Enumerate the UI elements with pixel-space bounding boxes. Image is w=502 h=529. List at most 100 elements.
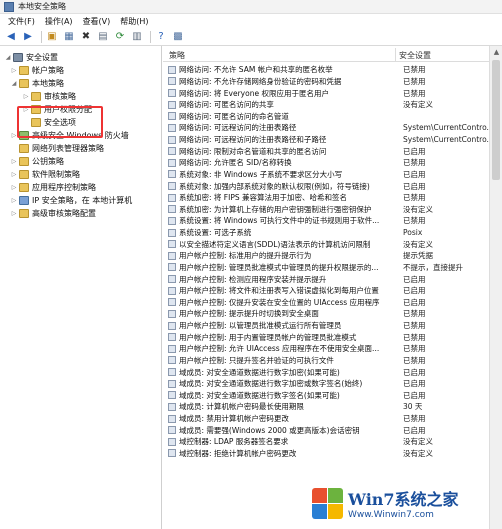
table-row[interactable]: 系统对象: 加强内部系统对象的默认权限(例如，符号链接) 已启用 <box>163 180 502 192</box>
table-row[interactable]: 系统设置: 将 Windows 可执行文件中的证书规则用于软件... 已禁用 <box>163 215 502 227</box>
tree-item-label: 网络列表管理器策略 <box>32 143 104 153</box>
table-row[interactable]: 域成员: 对安全通道数据进行数字加密(如果可能) 已启用 <box>163 366 502 378</box>
mmc-icon[interactable]: ▩ <box>171 30 185 44</box>
expand-triangle-icon[interactable]: ▷ <box>10 158 18 165</box>
tree-item-software-restriction[interactable]: ▷ 软件限制策略 <box>10 168 80 180</box>
policy-icon <box>168 147 176 156</box>
collapse-triangle-icon[interactable]: ◢ <box>10 80 18 87</box>
back-icon[interactable]: ◀ <box>4 30 18 44</box>
table-row[interactable]: 用户帐户控制: 提示提升时切换到安全桌面 已禁用 <box>163 308 502 320</box>
policy-setting: 已禁用 <box>403 76 426 86</box>
policy-icon <box>168 216 176 225</box>
policy-setting: System\CurrentContro... <box>403 135 494 145</box>
properties-icon[interactable]: ▤ <box>96 30 110 44</box>
policy-icon <box>168 402 176 411</box>
policy-setting: 没有定义 <box>403 437 433 447</box>
column-header-policy[interactable]: 策略 <box>169 50 185 61</box>
folder-icon <box>19 208 29 218</box>
expand-triangle-icon[interactable]: ▷ <box>10 210 18 217</box>
table-row[interactable]: 域控制器: 拒绝计算机帐户密码更改 没有定义 <box>163 448 502 460</box>
table-row[interactable]: 用户帐户控制: 仅提升安装在安全位置的 UIAccess 应用程序 已启用 <box>163 297 502 309</box>
table-row[interactable]: 系统加密: 将 FIPS 兼容算法用于加密、哈希和签名 已禁用 <box>163 192 502 204</box>
expand-triangle-icon[interactable]: ▷ <box>10 184 18 191</box>
table-row[interactable]: 系统加密: 为计算机上存储的用户密钥强制进行强密钥保护 没有定义 <box>163 204 502 216</box>
scroll-up-icon[interactable]: ▲ <box>490 46 502 58</box>
policy-name: 系统加密: 将 FIPS 兼容算法用于加密、哈希和签名 <box>179 193 347 203</box>
table-row[interactable]: 域控制器: LDAP 服务器签名要求 没有定义 <box>163 436 502 448</box>
policy-name: 域控制器: 拒绝计算机帐户密码更改 <box>179 448 297 458</box>
table-row[interactable]: 网络访问: 不允许 SAM 帐户和共享的匿名枚举 已禁用 <box>163 64 502 76</box>
table-row[interactable]: 域成员: 计算机帐户密码最长使用期限 30 天 <box>163 401 502 413</box>
list-header: 策略 安全设置 <box>163 48 502 62</box>
help-icon[interactable]: ? <box>154 30 168 44</box>
policy-name: 以安全描述符定义语言(SDDL)语法表示的计算机访问限制 <box>179 239 371 249</box>
show-tree-icon[interactable]: ▦ <box>62 30 76 44</box>
ip-security-icon <box>19 195 29 205</box>
menu-file[interactable]: 文件(F) <box>4 16 41 27</box>
delete-icon[interactable]: ✖ <box>79 30 93 44</box>
policy-setting: 已启用 <box>403 181 426 191</box>
tree-item-label: 公钥策略 <box>32 156 64 166</box>
refresh-icon[interactable]: ⟳ <box>113 30 127 44</box>
table-row[interactable]: 用户帐户控制: 以管理员批准模式运行所有管理员 已禁用 <box>163 320 502 332</box>
table-row[interactable]: 系统设置: 可选子系统 Posix <box>163 227 502 239</box>
tree-item-security-settings[interactable]: ◢ 安全设置 <box>4 51 58 63</box>
table-row[interactable]: 用户帐户控制: 检测应用程序安装并提示提升 已启用 <box>163 273 502 285</box>
policy-setting: 已禁用 <box>403 344 426 354</box>
table-row[interactable]: 网络访问: 可远程访问的注册表路径和子路径 System\CurrentContr… <box>163 134 502 146</box>
tree-item-audit-policy[interactable]: ▷ 审核策略 <box>22 90 76 102</box>
tree-item-public-key[interactable]: ▷ 公钥策略 <box>10 155 64 167</box>
scrollbar-thumb[interactable] <box>492 60 500 180</box>
tree-item-network-list[interactable]: 网络列表管理器策略 <box>10 142 104 154</box>
table-row[interactable]: 域成员: 对安全通道数据进行数字签名(如果可能) 已启用 <box>163 390 502 402</box>
table-row[interactable]: 用户帐户控制: 管理员批准模式中管理员的提升权限提示的... 不提示，直接提升 <box>163 262 502 274</box>
tree-item-local-policy[interactable]: ◢ 本地策略 <box>10 77 64 89</box>
collapse-triangle-icon[interactable]: ◢ <box>4 54 12 61</box>
table-row[interactable]: 网络访问: 不允许存储网络身份验证的密码和凭据 已禁用 <box>163 76 502 88</box>
export-icon[interactable]: ▥ <box>130 30 144 44</box>
vertical-scrollbar[interactable]: ▲ <box>489 46 502 529</box>
column-divider[interactable] <box>395 48 396 62</box>
table-row[interactable]: 网络访问: 限制对命名管道和共享的匿名访问 已启用 <box>163 145 502 157</box>
table-row[interactable]: 用户帐户控制: 允许 UIAccess 应用程序在不使用安全桌面... 已禁用 <box>163 343 502 355</box>
column-header-setting[interactable]: 安全设置 <box>399 50 431 61</box>
table-row[interactable]: 用户帐户控制: 标准用户的提升提示行为 提示凭据 <box>163 250 502 262</box>
table-row[interactable]: 网络访问: 可匿名访问的命名管道 <box>163 111 502 123</box>
policy-icon <box>168 309 176 318</box>
policy-setting: 已启用 <box>403 379 426 389</box>
table-row[interactable]: 系统对象: 非 Windows 子系统不要求区分大小写 已启用 <box>163 169 502 181</box>
policy-name: 网络访问: 可远程访问的注册表路径和子路径 <box>179 135 327 145</box>
table-row[interactable]: 网络访问: 允许匿名 SID/名称转换 已禁用 <box>163 157 502 169</box>
tree-item-ip-security[interactable]: ▷ IP 安全策略，在 本地计算机 <box>10 194 132 206</box>
tree-item-app-control[interactable]: ▷ 应用程序控制策略 <box>10 181 96 193</box>
table-row[interactable]: 网络访问: 将 Everyone 权限应用于匿名用户 已禁用 <box>163 87 502 99</box>
table-row[interactable]: 网络访问: 可远程访问的注册表路径 System\CurrentContro... <box>163 122 502 134</box>
table-row[interactable]: 用户帐户控制: 用于内置管理员帐户的管理员批准模式 已禁用 <box>163 331 502 343</box>
policy-icon <box>168 368 176 377</box>
expand-triangle-icon[interactable]: ▷ <box>22 93 30 100</box>
table-row[interactable]: 以安全描述符定义语言(SDDL)语法表示的计算机访问限制 没有定义 <box>163 238 502 250</box>
menu-action[interactable]: 操作(A) <box>41 16 79 27</box>
policy-setting: 不提示，直接提升 <box>403 262 463 272</box>
table-row[interactable]: 域成员: 需要强(Windows 2000 或更高版本)会话密钥 已启用 <box>163 424 502 436</box>
up-icon[interactable]: ▣ <box>45 30 59 44</box>
menu-view[interactable]: 查看(V) <box>79 16 117 27</box>
policy-name: 域控制器: LDAP 服务器签名要求 <box>179 437 289 447</box>
expand-triangle-icon[interactable]: ▷ <box>10 197 18 204</box>
policy-icon <box>168 240 176 249</box>
table-row[interactable]: 网络访问: 可匿名访问的共享 没有定义 <box>163 99 502 111</box>
tree-item-advanced-audit[interactable]: ▷ 高级审核策略配置 <box>10 207 96 219</box>
menu-help[interactable]: 帮助(H) <box>116 16 154 27</box>
expand-triangle-icon[interactable]: ▷ <box>10 67 18 74</box>
table-row[interactable]: 用户帐户控制: 将文件和注册表写入错误虚拟化到每用户位置 已启用 <box>163 285 502 297</box>
folder-icon <box>19 169 29 179</box>
table-row[interactable]: 域成员: 对安全通道数据进行数字加密或数字签名(始终) 已启用 <box>163 378 502 390</box>
table-row[interactable]: 用户帐户控制: 只提升签名并验证的可执行文件 已禁用 <box>163 355 502 367</box>
forward-icon[interactable]: ▶ <box>21 30 35 44</box>
table-row[interactable]: 域成员: 禁用计算机帐户密码更改 已禁用 <box>163 413 502 425</box>
policy-name: 用户帐户控制: 标准用户的提升提示行为 <box>179 251 312 261</box>
policy-setting: 已禁用 <box>403 193 426 203</box>
policy-icon <box>168 158 176 167</box>
tree-item-account-policy[interactable]: ▷ 帐户策略 <box>10 64 64 76</box>
expand-triangle-icon[interactable]: ▷ <box>10 171 18 178</box>
